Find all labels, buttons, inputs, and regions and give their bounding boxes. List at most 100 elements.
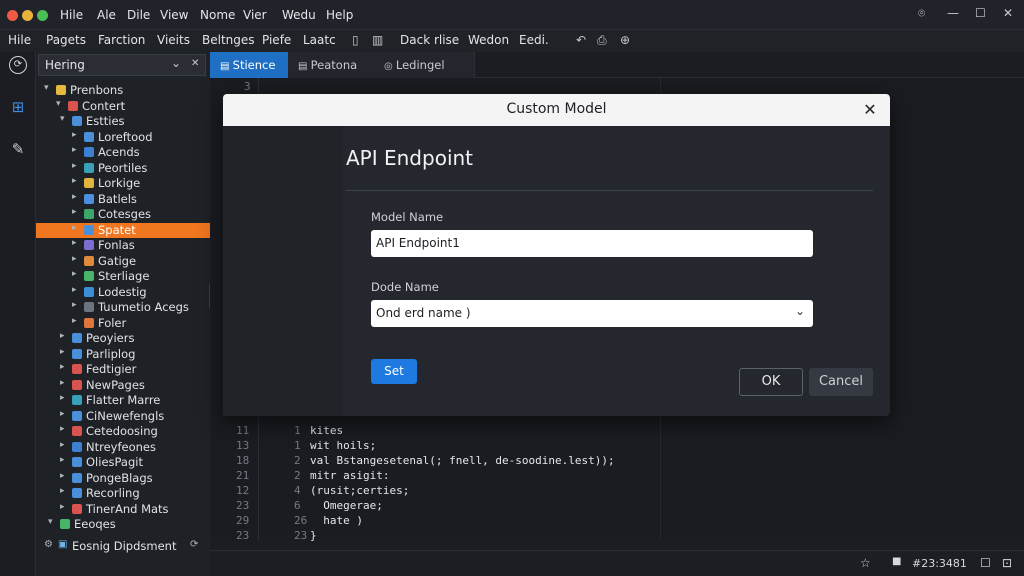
- star-icon[interactable]: ☆: [860, 556, 871, 570]
- code-line[interactable]: val Bstangesetenal(; fnell, de-soodine.l…: [310, 454, 615, 467]
- tree-item[interactable]: ▸ NewPages: [36, 378, 210, 393]
- menu-item[interactable]: Pagets: [46, 33, 86, 47]
- menu-dile[interactable]: Dile: [127, 8, 150, 22]
- menu-item[interactable]: Wedon: [468, 33, 509, 47]
- tree-item[interactable]: ▸ Foler: [36, 316, 210, 331]
- tree-item[interactable]: ▸ Ntreyfeones: [36, 440, 210, 455]
- close-icon[interactable]: ✕: [1003, 6, 1013, 20]
- tree-item[interactable]: ▸ Fonlas: [36, 238, 210, 253]
- collapsed-arrow-icon[interactable]: ▸: [60, 331, 65, 341]
- code-line[interactable]: kites: [310, 424, 343, 437]
- menu-item[interactable]: Beltnges: [202, 33, 255, 47]
- cursor-position[interactable]: #23:3481: [912, 557, 967, 570]
- tree-item[interactable]: ▾ Contert: [36, 99, 210, 114]
- undo-icon[interactable]: ↶: [576, 33, 586, 47]
- menu-help[interactable]: Help: [326, 8, 353, 22]
- collapsed-arrow-icon[interactable]: ▸: [72, 238, 77, 248]
- menu-item[interactable]: Eedi.: [519, 33, 549, 47]
- tree-item[interactable]: ▾ Eeoqes: [36, 517, 210, 532]
- chevron-down-icon[interactable]: ⌄: [795, 304, 805, 318]
- tree-item[interactable]: ▸ Lodestig: [36, 285, 210, 300]
- printer-icon[interactable]: ⎙: [597, 33, 607, 48]
- tree-item[interactable]: ▸ Tuumetio Acegs: [36, 300, 210, 315]
- maximize-icon[interactable]: ☐: [975, 6, 986, 20]
- tree-item[interactable]: ▸ Loreftood: [36, 130, 210, 145]
- tree-item[interactable]: ▸ Sterliage: [36, 269, 210, 284]
- code-line[interactable]: Omegerae;: [310, 499, 383, 512]
- collapsed-arrow-icon[interactable]: ▸: [72, 316, 77, 326]
- expanded-arrow-icon[interactable]: ▾: [56, 99, 61, 109]
- tree-item[interactable]: ▾ Prenbons: [36, 83, 210, 98]
- stop-icon[interactable]: ■: [892, 556, 901, 567]
- tree-item[interactable]: ▸ CiNewefengls: [36, 409, 210, 424]
- menu-item[interactable]: Hile: [8, 33, 31, 47]
- menu-item[interactable]: Vieits: [157, 33, 190, 47]
- menu-nome[interactable]: Nome: [200, 8, 235, 22]
- menu-wedu[interactable]: Wedu: [282, 8, 316, 22]
- expanded-arrow-icon[interactable]: ▾: [44, 83, 49, 93]
- collapsed-arrow-icon[interactable]: ▸: [72, 207, 77, 217]
- collapsed-arrow-icon[interactable]: ▸: [60, 393, 65, 403]
- refresh-icon[interactable]: ⟳: [190, 539, 198, 550]
- collapsed-arrow-icon[interactable]: ▸: [60, 471, 65, 481]
- collapsed-arrow-icon[interactable]: ▸: [72, 254, 77, 264]
- collapsed-arrow-icon[interactable]: ▸: [60, 440, 65, 450]
- model-name-input[interactable]: API Endpoint1: [371, 230, 813, 257]
- menu-item[interactable]: Dack rlise: [400, 33, 459, 47]
- collapsed-arrow-icon[interactable]: ▸: [60, 502, 65, 512]
- expanded-arrow-icon[interactable]: ▾: [48, 517, 53, 527]
- collapsed-arrow-icon[interactable]: ▸: [60, 362, 65, 372]
- tree-item[interactable]: ▸ Recorling: [36, 486, 210, 501]
- search-icon[interactable]: ⟳: [9, 56, 27, 74]
- filter-select[interactable]: Hering ⌄ ✕: [38, 54, 206, 76]
- clipboard-icon[interactable]: ▯: [352, 33, 359, 47]
- code-line[interactable]: wit hoils;: [310, 439, 376, 452]
- tree-item[interactable]: ▸ Batlels: [36, 192, 210, 207]
- account-icon[interactable]: ⌾: [918, 6, 925, 21]
- menu-hile[interactable]: Hile: [60, 8, 83, 22]
- collapsed-arrow-icon[interactable]: ▸: [60, 424, 65, 434]
- settings-icon[interactable]: ⚙: [44, 539, 53, 550]
- menu-item[interactable]: Piefe: [262, 33, 291, 47]
- collapsed-arrow-icon[interactable]: ▸: [60, 409, 65, 419]
- collapsed-arrow-icon[interactable]: ▸: [72, 130, 77, 140]
- cancel-button[interactable]: Cancel: [809, 368, 873, 396]
- tree-item[interactable]: ▸ Flatter Marre: [36, 393, 210, 408]
- tree-item[interactable]: ▸ TinerAnd Mats: [36, 502, 210, 517]
- collapsed-arrow-icon[interactable]: ▸: [72, 223, 77, 233]
- document-icon[interactable]: ▥: [372, 33, 383, 47]
- tree-item[interactable]: ▾ Estties: [36, 114, 210, 129]
- code-line[interactable]: }: [310, 529, 317, 542]
- tree-item[interactable]: ▸ Peoyiers: [36, 331, 210, 346]
- chevron-down-icon[interactable]: ⌄: [171, 56, 181, 70]
- collapsed-arrow-icon[interactable]: ▸: [72, 176, 77, 186]
- expanded-arrow-icon[interactable]: ▾: [60, 114, 65, 124]
- tree-item[interactable]: ▸ Spatet: [36, 222, 210, 238]
- menu-view[interactable]: View: [160, 8, 188, 22]
- menu-vier[interactable]: Vier: [243, 8, 267, 22]
- lock-icon[interactable]: ⊕: [620, 33, 630, 47]
- tree-item[interactable]: ▸ PongeBlags: [36, 471, 210, 486]
- tree-item[interactable]: ▸ Acends: [36, 145, 210, 160]
- collapsed-arrow-icon[interactable]: ▸: [72, 161, 77, 171]
- collapsed-arrow-icon[interactable]: ▸: [72, 300, 77, 310]
- extensions-icon[interactable]: ⊞: [8, 98, 28, 118]
- minimize-window-dot[interactable]: [22, 10, 33, 21]
- collapsed-arrow-icon[interactable]: ▸: [60, 486, 65, 496]
- tree-item[interactable]: ▸ Gatige: [36, 254, 210, 269]
- menu-item[interactable]: Farction: [98, 33, 145, 47]
- collapsed-arrow-icon[interactable]: ▸: [60, 347, 65, 357]
- node-name-select[interactable]: Ond erd name ) ⌄: [371, 300, 813, 327]
- code-line[interactable]: mitr asigit:: [310, 469, 389, 482]
- tree-item[interactable]: ▸ Peortiles: [36, 161, 210, 176]
- tree-item[interactable]: ▸ Cetedoosing: [36, 424, 210, 439]
- tree-item[interactable]: ▸ Lorkige: [36, 176, 210, 191]
- clear-filter-icon[interactable]: ✕: [191, 58, 199, 69]
- ok-button[interactable]: OK: [739, 368, 803, 396]
- collapsed-arrow-icon[interactable]: ▸: [72, 269, 77, 279]
- set-button[interactable]: Set: [371, 359, 417, 384]
- menu-item[interactable]: Laatc: [303, 33, 336, 47]
- close-window-dot[interactable]: [7, 10, 18, 21]
- menu-ale[interactable]: Ale: [97, 8, 116, 22]
- maximize-window-dot[interactable]: [37, 10, 48, 21]
